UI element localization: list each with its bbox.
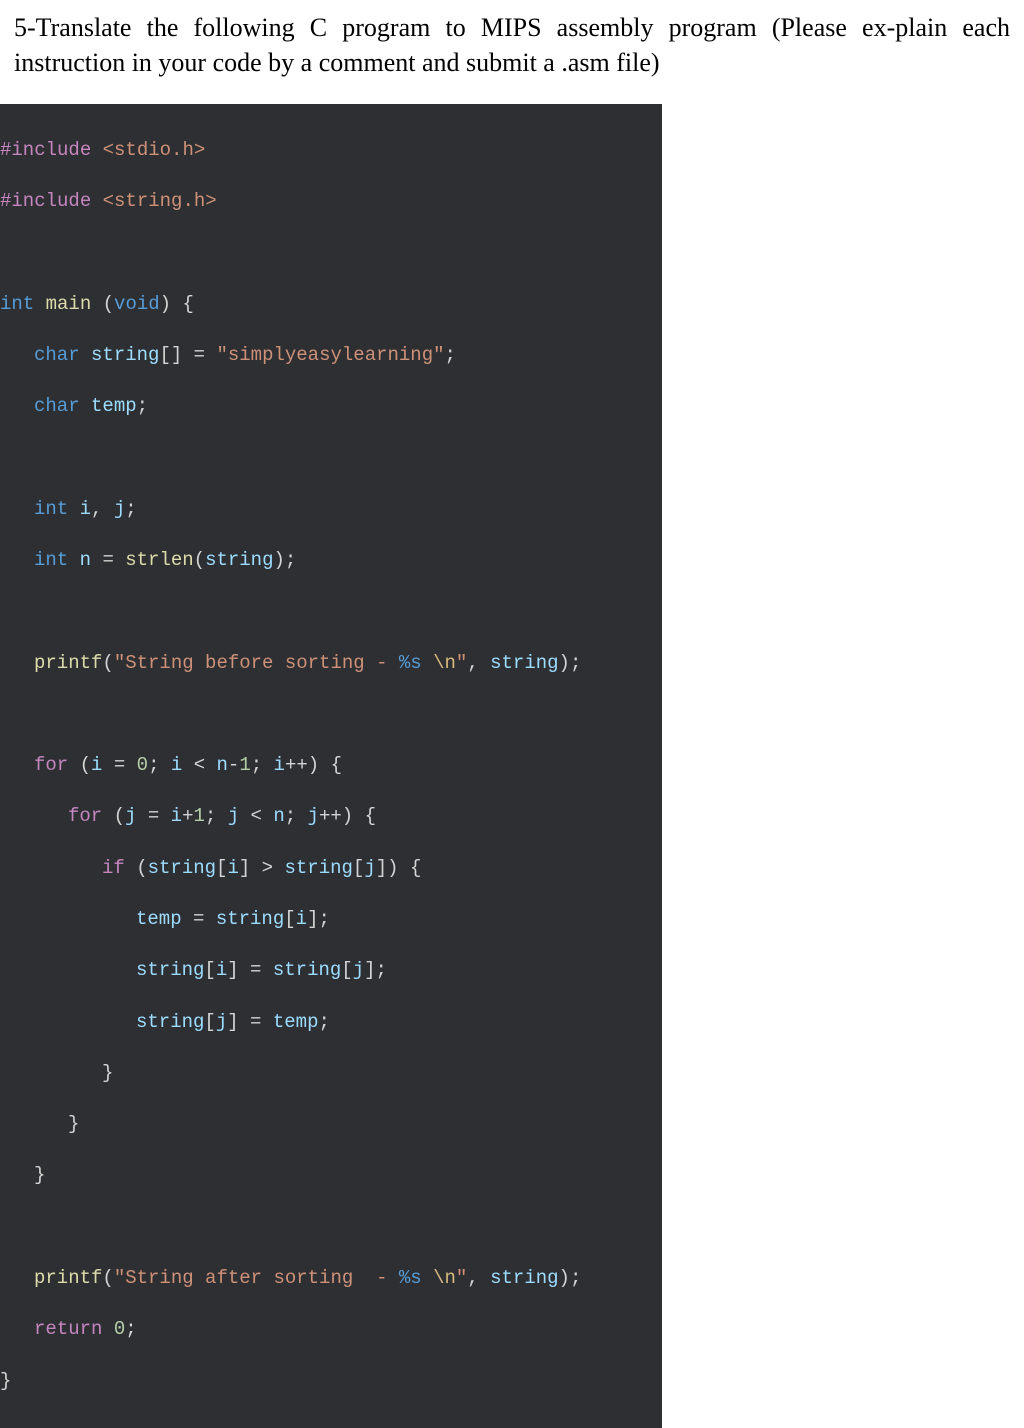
id-string: string (91, 344, 159, 366)
kw-int: int (34, 498, 68, 520)
include-header: <string.h> (103, 190, 217, 212)
include-kw: #include (0, 139, 91, 161)
string-literal: "String after sorting - (114, 1267, 399, 1289)
kw-char: char (34, 344, 80, 366)
question-text: 5-Translate the following C program to M… (0, 0, 1024, 86)
kw-char: char (34, 395, 80, 417)
fn-printf: printf (34, 1267, 102, 1289)
fn-strlen: strlen (125, 549, 193, 571)
kw-void: void (114, 293, 160, 315)
kw-if: if (102, 857, 125, 879)
string-literal: "String before sorting - (114, 652, 399, 674)
string-literal: "simplyeasylearning" (216, 344, 444, 366)
kw-int: int (34, 549, 68, 571)
include-header: <stdio.h> (103, 139, 206, 161)
include-kw: #include (0, 190, 91, 212)
code-block: #include <stdio.h> #include <string.h> i… (0, 104, 662, 1428)
kw-return: return (34, 1318, 102, 1340)
fn-printf: printf (34, 652, 102, 674)
id-temp: temp (91, 395, 137, 417)
kw-for: for (34, 754, 68, 776)
kw-int: int (0, 293, 34, 315)
fn-main: main (46, 293, 92, 315)
kw-for: for (68, 805, 102, 827)
